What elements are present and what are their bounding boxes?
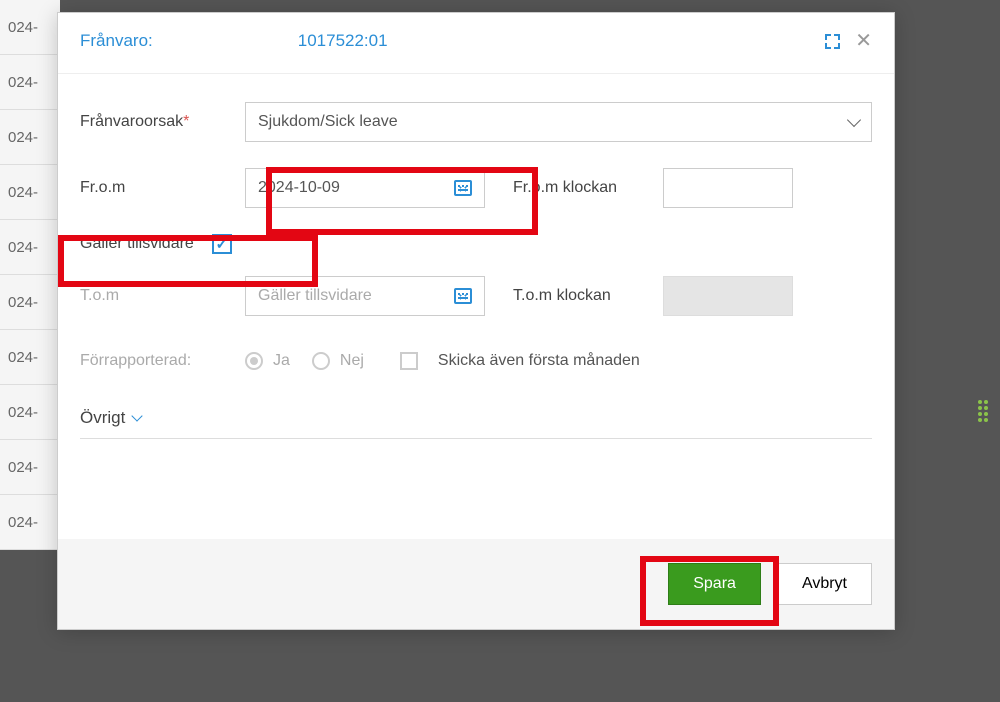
from-label: Fr.o.m <box>80 179 245 197</box>
tom-date-placeholder: Gäller tillsvidare <box>258 287 372 305</box>
modal-header: Frånvaro: 1017522:01 ✕ <box>58 13 894 74</box>
bg-row: 024- <box>0 330 60 385</box>
tom-date-input: Gäller tillsvidare <box>245 276 485 316</box>
bg-row: 024- <box>0 220 60 275</box>
from-date-value: 2024-10-09 <box>258 179 340 197</box>
from-time-input[interactable] <box>663 168 793 208</box>
bg-row: 024- <box>0 165 60 220</box>
modal-title: Frånvaro: <box>80 31 153 51</box>
prereport-yes-label: Ja <box>273 352 290 370</box>
chevron-down-icon <box>132 410 143 421</box>
reason-label: Frånvaroorsak* <box>80 113 245 131</box>
bg-row: 024- <box>0 55 60 110</box>
bg-row: 024- <box>0 275 60 330</box>
send-first-label: Skicka även första månaden <box>438 352 640 370</box>
tillsvidare-label: Gäller tillsvidare <box>80 235 194 253</box>
close-icon[interactable]: ✕ <box>855 31 872 51</box>
modal-record-id: 1017522:01 <box>298 31 388 51</box>
bg-row: 024- <box>0 440 60 495</box>
calendar-icon <box>454 288 472 304</box>
cancel-button[interactable]: Avbryt <box>777 563 872 605</box>
bg-row: 024- <box>0 495 60 550</box>
background-column: 024- 024- 024- 024- 024- 024- 024- 024- … <box>0 0 60 550</box>
reason-label-text: Frånvaroorsak <box>80 113 183 130</box>
calendar-icon <box>454 180 472 196</box>
from-date-input[interactable]: 2024-10-09 <box>245 168 485 208</box>
save-button[interactable]: Spara <box>668 563 761 605</box>
prereport-no-label: Nej <box>340 352 364 370</box>
drag-handle-icon[interactable] <box>978 400 990 420</box>
prereport-yes-radio <box>245 352 263 370</box>
tom-label: T.o.m <box>80 287 245 305</box>
from-row: Fr.o.m 2024-10-09 Fr.o.m klockan <box>80 168 872 208</box>
absence-modal: Frånvaro: 1017522:01 ✕ Frånvaroorsak* Sj… <box>57 12 895 630</box>
tillsvidare-row: Gäller tillsvidare <box>80 234 872 254</box>
reason-select[interactable]: Sjukdom/Sick leave <box>245 102 872 142</box>
ovrigt-label: Övrigt <box>80 408 125 428</box>
tom-row: T.o.m Gäller tillsvidare T.o.m klockan <box>80 276 872 316</box>
prereport-label: Förrapporterad: <box>80 352 245 370</box>
reason-row: Frånvaroorsak* Sjukdom/Sick leave <box>80 102 872 142</box>
prereport-row: Förrapporterad: Ja Nej Skicka även först… <box>80 352 872 370</box>
tom-time-label: T.o.m klockan <box>513 287 663 305</box>
bg-row: 024- <box>0 0 60 55</box>
tom-time-input <box>663 276 793 316</box>
send-first-checkbox <box>400 352 418 370</box>
chevron-down-icon <box>847 113 861 127</box>
prereport-no-radio <box>312 352 330 370</box>
tillsvidare-checkbox[interactable] <box>212 234 232 254</box>
modal-body: Frånvaroorsak* Sjukdom/Sick leave Fr.o.m… <box>58 74 894 539</box>
from-time-label: Fr.o.m klockan <box>513 179 663 197</box>
modal-footer: Spara Avbryt <box>58 539 894 629</box>
modal-header-actions: ✕ <box>825 31 872 51</box>
ovrigt-section-toggle[interactable]: Övrigt <box>80 408 872 439</box>
bg-row: 024- <box>0 385 60 440</box>
prereport-radio-group: Ja Nej Skicka även första månaden <box>245 352 640 370</box>
required-asterisk: * <box>183 113 189 130</box>
bg-row: 024- <box>0 110 60 165</box>
expand-icon[interactable] <box>825 34 839 48</box>
reason-select-value: Sjukdom/Sick leave <box>258 113 398 131</box>
